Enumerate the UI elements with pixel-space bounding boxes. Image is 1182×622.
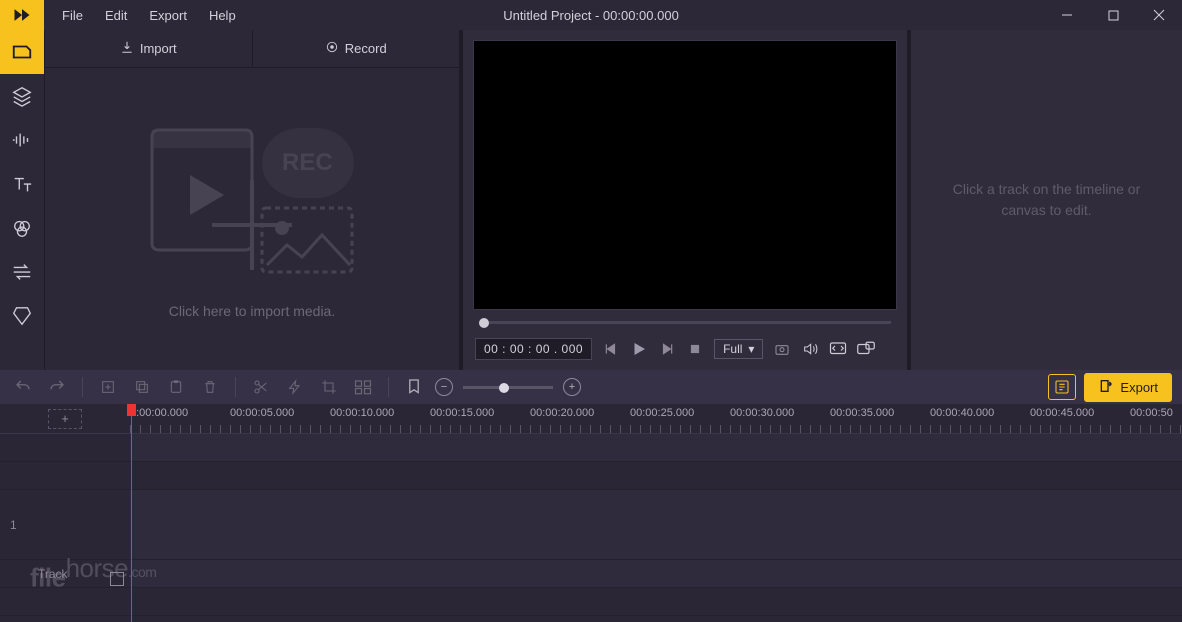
timeline-track-label-row: Track: [0, 560, 1182, 588]
timeline-toolbar: − + Export: [0, 370, 1182, 404]
side-toolbar: [0, 30, 44, 370]
track-number: 1: [10, 518, 17, 532]
ruler-tick: 00:00:15.000: [430, 407, 494, 419]
media-tab-button[interactable]: [0, 30, 44, 74]
timeline-gap-row: [0, 434, 1182, 462]
import-tab[interactable]: Import: [45, 30, 253, 67]
export-label: Export: [1120, 380, 1158, 395]
main-row: Import Record REC: [0, 30, 1182, 370]
ruler-tick: 00:00:40.000: [930, 407, 994, 419]
timeline-header: + 0:00:00.000 00:00:05.000 00:00:10.000 00:…: [0, 404, 1182, 434]
zoom-control: − +: [435, 378, 581, 396]
properties-panel: Click a track on the timeline or canvas …: [911, 30, 1182, 370]
play-button[interactable]: [630, 340, 648, 358]
zoom-in-button[interactable]: +: [563, 378, 581, 396]
filters-tab-button[interactable]: [0, 206, 44, 250]
record-icon: [325, 40, 339, 57]
time-ruler[interactable]: 0:00:00.000 00:00:05.000 00:00:10.000 00:00…: [130, 404, 1182, 433]
add-marker-button[interactable]: [95, 374, 121, 400]
timeline: + 0:00:00.000 00:00:05.000 00:00:10.000 00:…: [0, 404, 1182, 622]
paste-button[interactable]: [163, 374, 189, 400]
ruler-tick: 0:00:00.000: [130, 407, 188, 419]
progress-handle[interactable]: [479, 318, 489, 328]
preview-canvas[interactable]: [473, 40, 897, 310]
media-placeholder-icon: REC: [142, 120, 362, 285]
annotate-button[interactable]: [1048, 374, 1076, 400]
copy-button[interactable]: [129, 374, 155, 400]
menu-bar: File Edit Export Help: [52, 2, 246, 29]
record-tab[interactable]: Record: [253, 30, 460, 67]
import-icon: [120, 40, 134, 57]
properties-hint: Click a track on the timeline or canvas …: [931, 179, 1162, 221]
zoom-out-button[interactable]: −: [435, 378, 453, 396]
app-logo: [0, 0, 44, 30]
menu-help[interactable]: Help: [199, 2, 246, 29]
crop-button[interactable]: [316, 374, 342, 400]
export-icon: [1098, 378, 1114, 397]
track-lane[interactable]: [130, 490, 1182, 559]
split-button[interactable]: [248, 374, 274, 400]
layers-tab-button[interactable]: [0, 74, 44, 118]
export-button[interactable]: Export: [1084, 373, 1172, 402]
close-button[interactable]: [1136, 0, 1182, 30]
next-frame-button[interactable]: [658, 340, 676, 358]
zoom-slider[interactable]: [463, 386, 553, 389]
ruler-tick: 00:00:20.000: [530, 407, 594, 419]
svg-text:REC: REC: [282, 149, 333, 176]
ruler-tick: 00:00:50: [1130, 407, 1173, 419]
add-track-button[interactable]: +: [48, 409, 82, 429]
stop-button[interactable]: [686, 340, 704, 358]
delete-button[interactable]: [197, 374, 223, 400]
titlebar: File Edit Export Help Untitled Project -…: [0, 0, 1182, 30]
audio-tab-button[interactable]: [0, 118, 44, 162]
ruler-tick: 00:00:25.000: [630, 407, 694, 419]
window-title: Untitled Project - 00:00:00.000: [503, 8, 679, 23]
ruler-tick: 00:00:05.000: [230, 407, 294, 419]
marker-button[interactable]: [401, 374, 427, 400]
ruler-tick: 00:00:45.000: [1030, 407, 1094, 419]
elements-tab-button[interactable]: [0, 294, 44, 338]
playhead[interactable]: [131, 404, 132, 622]
zoom-handle[interactable]: [499, 383, 509, 393]
prev-frame-button[interactable]: [602, 340, 620, 358]
media-tabs: Import Record: [45, 30, 459, 68]
fit-button[interactable]: [829, 340, 847, 358]
redo-button[interactable]: [44, 374, 70, 400]
timeline-track-row[interactable]: 1: [0, 490, 1182, 560]
ruler-tick: 00:00:10.000: [330, 407, 394, 419]
track-header-cell: +: [0, 404, 130, 433]
preview-panel: 00 : 00 : 00 . 000 Full ▾: [463, 30, 907, 370]
volume-button[interactable]: [801, 340, 819, 358]
minimize-button[interactable]: [1044, 0, 1090, 30]
group-button[interactable]: [350, 374, 376, 400]
preview-progress[interactable]: [473, 310, 897, 334]
media-panel: Import Record REC: [45, 30, 459, 370]
media-dropzone[interactable]: REC Click here to import media.: [45, 68, 459, 370]
ruler-tick: 00:00:35.000: [830, 407, 894, 419]
transitions-tab-button[interactable]: [0, 250, 44, 294]
view-mode-select[interactable]: Full ▾: [714, 339, 763, 359]
speed-button[interactable]: [282, 374, 308, 400]
chevron-down-icon: ▾: [748, 342, 754, 356]
media-hint: Click here to import media.: [169, 303, 336, 319]
ruler-tick: 00:00:30.000: [730, 407, 794, 419]
track-row-header: 1: [0, 490, 130, 559]
timeline-gap-row: [0, 588, 1182, 616]
view-mode-label: Full: [723, 342, 742, 356]
text-tab-button[interactable]: [0, 162, 44, 206]
detach-button[interactable]: [857, 340, 875, 358]
window-controls: [1044, 0, 1182, 30]
menu-export[interactable]: Export: [139, 2, 197, 29]
maximize-button[interactable]: [1090, 0, 1136, 30]
menu-file[interactable]: File: [52, 2, 93, 29]
snapshot-button[interactable]: [773, 340, 791, 358]
preview-controls: 00 : 00 : 00 . 000 Full ▾: [473, 334, 897, 364]
import-label: Import: [140, 41, 177, 56]
record-label: Record: [345, 41, 387, 56]
menu-edit[interactable]: Edit: [95, 2, 137, 29]
preview-timecode: 00 : 00 : 00 . 000: [475, 338, 592, 360]
undo-button[interactable]: [10, 374, 36, 400]
watermark: filehorse.com: [30, 553, 156, 594]
timeline-gap-row: [0, 462, 1182, 490]
